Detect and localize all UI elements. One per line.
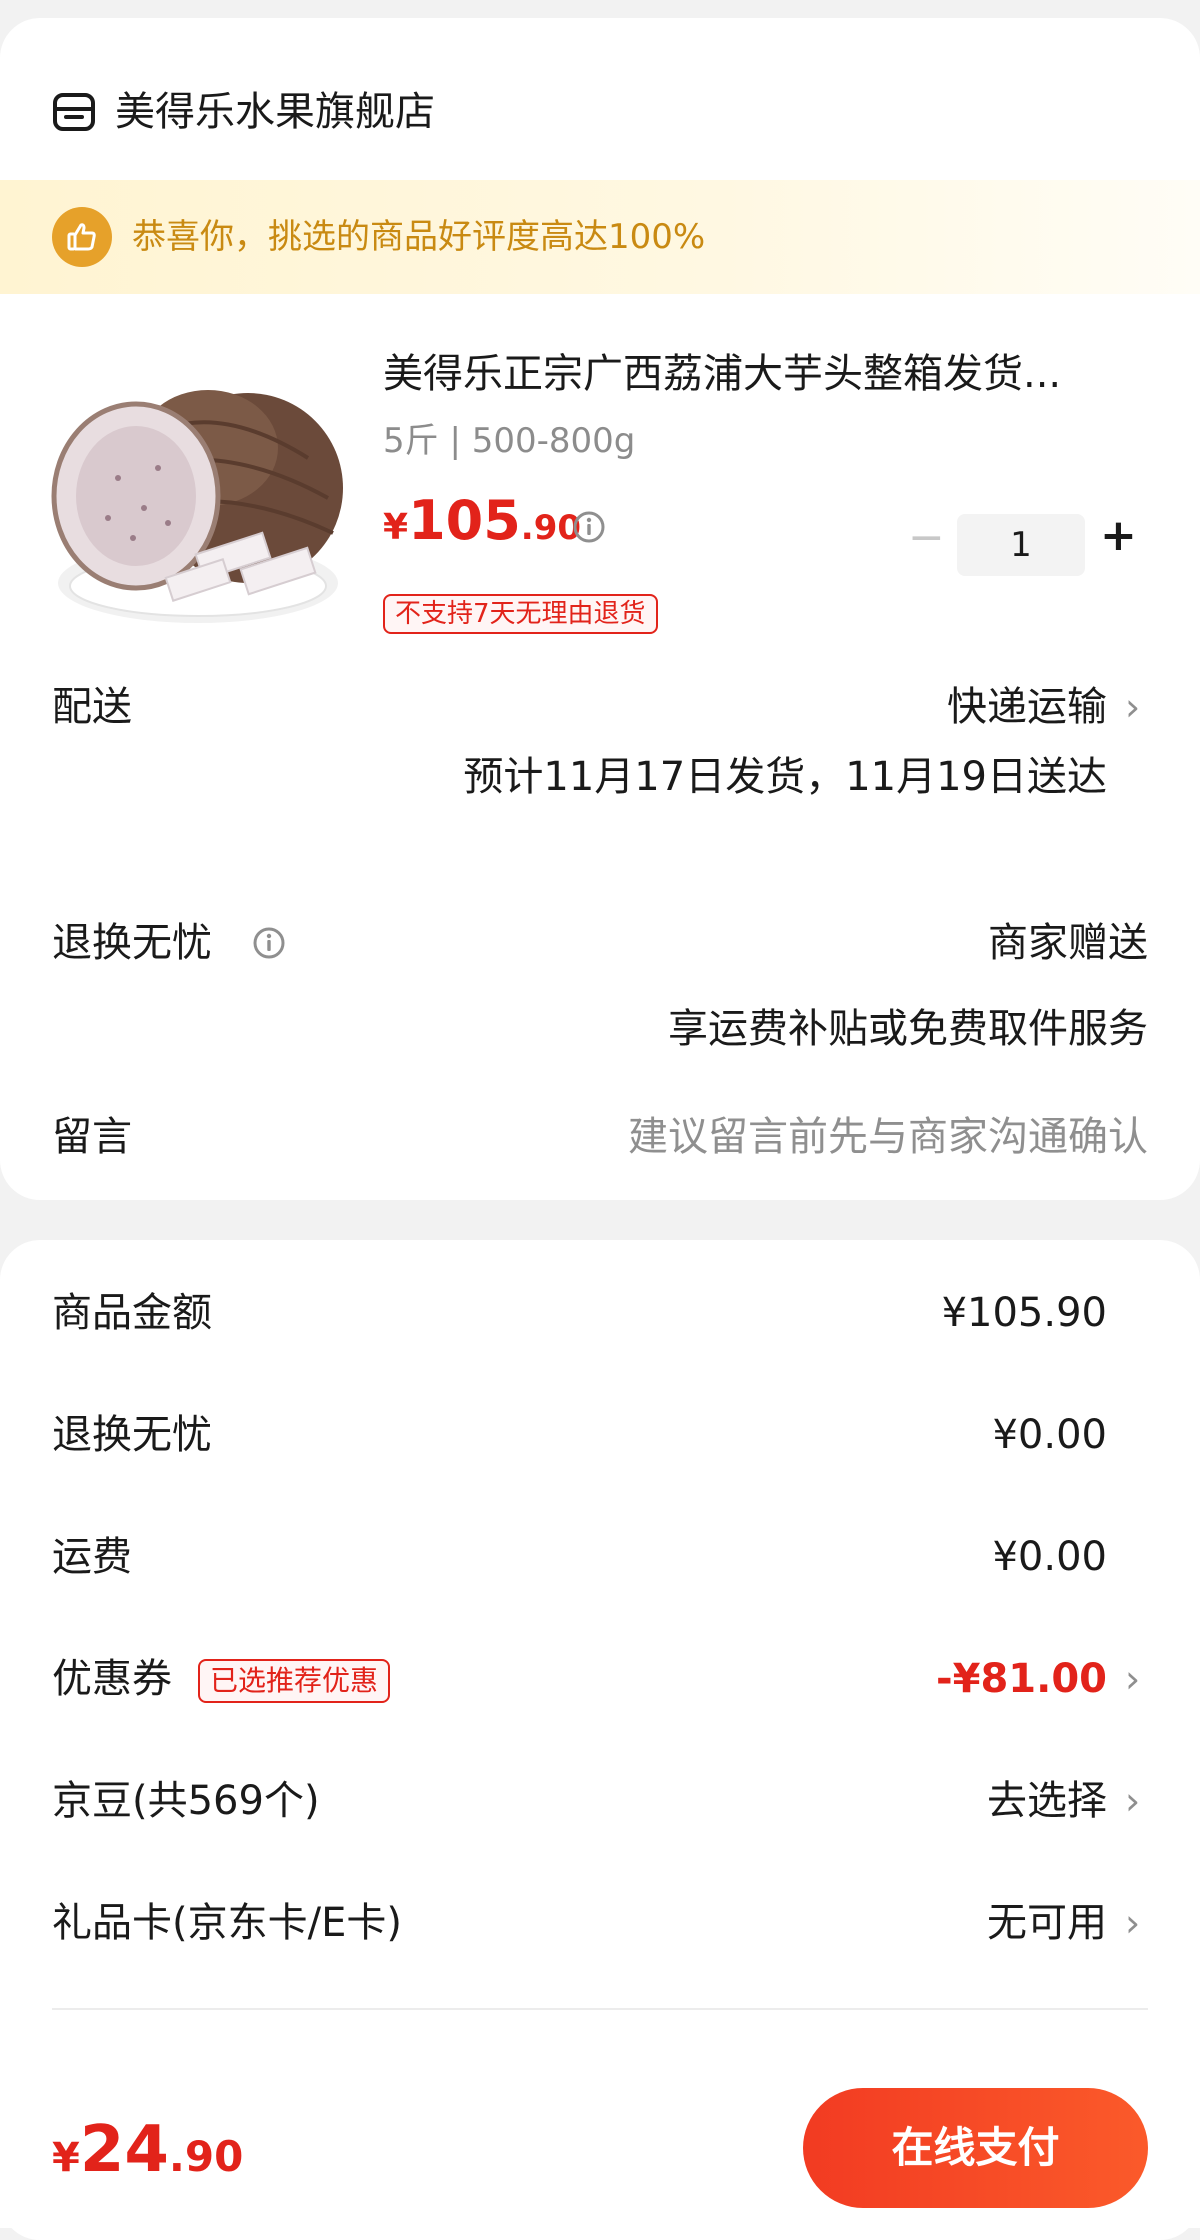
summary-goods-label: 商品金额 (52, 1290, 212, 1336)
worry-free-detail: 享运费补贴或免费取件服务 (668, 1006, 1148, 1052)
thumbs-up-icon (52, 207, 112, 267)
quantity-field[interactable]: 1 (957, 514, 1085, 576)
product-price: ¥105.90 (383, 486, 581, 569)
store-name[interactable]: 美得乐水果旗舰店 (115, 86, 435, 138)
price-integer: 105 (408, 489, 521, 552)
coupon-recommended-tag: 已选推荐优惠 (198, 1659, 391, 1703)
product-title[interactable]: 美得乐正宗广西荔浦大芋头整箱发货... (383, 346, 1143, 402)
summary-giftcard-label: 礼品卡(京东卡/E卡) (52, 1900, 402, 1946)
summary-shipping-value: ¥0.00 (992, 1534, 1107, 1580)
summary-giftcard-value[interactable]: 无可用 (987, 1896, 1107, 1950)
message-input[interactable]: 建议留言前先与商家沟通确认 (628, 1110, 1148, 1164)
summary-coupon-value[interactable]: -¥81.00 (936, 1652, 1107, 1706)
pay-online-button[interactable]: 在线支付 (803, 2088, 1148, 2208)
summary-shipping-label: 运费 (52, 1534, 132, 1580)
worry-free-info-icon[interactable] (252, 926, 286, 960)
return-policy-tag: 不支持7天无理由退货 (383, 594, 658, 634)
quantity-increase-button[interactable]: + (1100, 510, 1137, 562)
order-card: 美得乐水果旗舰店 恭喜你，挑选的商品好评度高达100% 美得乐正宗广西荔浦大芋头… (0, 18, 1200, 1200)
total-price: ¥24.90 (52, 2110, 243, 2206)
worry-free-value[interactable]: 商家赠送 (988, 916, 1148, 970)
delivery-label: 配送 (52, 684, 132, 730)
delivery-estimate: 预计11月17日发货，11月19日送达 (463, 754, 1107, 800)
product-image[interactable] (48, 368, 348, 633)
price-currency: ¥ (383, 507, 409, 548)
checkout-bar: ¥24.90 在线支付 (0, 2068, 1200, 2228)
praise-banner: 恭喜你，挑选的商品好评度高达100% (0, 180, 1200, 294)
summary-coupon-label: 优惠券 (52, 1656, 172, 1702)
banner-text: 恭喜你，挑选的商品好评度高达100% (132, 217, 706, 257)
total-integer: 24 (79, 2113, 169, 2187)
product-spec[interactable]: 5斤 | 500-800g (383, 418, 635, 464)
summary-jingdou-value[interactable]: 去选择 (987, 1774, 1107, 1828)
summary-worry-free-label: 退换无忧 (52, 1412, 212, 1458)
total-currency: ¥ (52, 2135, 80, 2181)
delivery-method[interactable]: 快递运输 (947, 680, 1107, 734)
message-label: 留言 (52, 1114, 132, 1160)
giftcard-chevron-icon[interactable]: › (1125, 1896, 1140, 1950)
coupon-chevron-icon[interactable]: › (1125, 1652, 1140, 1706)
worry-free-label: 退换无忧 (52, 920, 212, 966)
summary-goods-value: ¥105.90 (941, 1290, 1107, 1336)
total-decimal: .90 (168, 2132, 244, 2181)
summary-divider (52, 2008, 1148, 2010)
summary-worry-free-value: ¥0.00 (992, 1412, 1107, 1458)
quantity-decrease-button[interactable]: − (908, 516, 945, 560)
store-icon (52, 90, 96, 134)
price-info-icon[interactable] (572, 510, 606, 544)
jingdou-chevron-icon[interactable]: › (1125, 1774, 1140, 1828)
summary-jingdou-label: 京豆(共569个) (52, 1778, 320, 1824)
delivery-chevron-icon[interactable]: › (1125, 680, 1140, 734)
